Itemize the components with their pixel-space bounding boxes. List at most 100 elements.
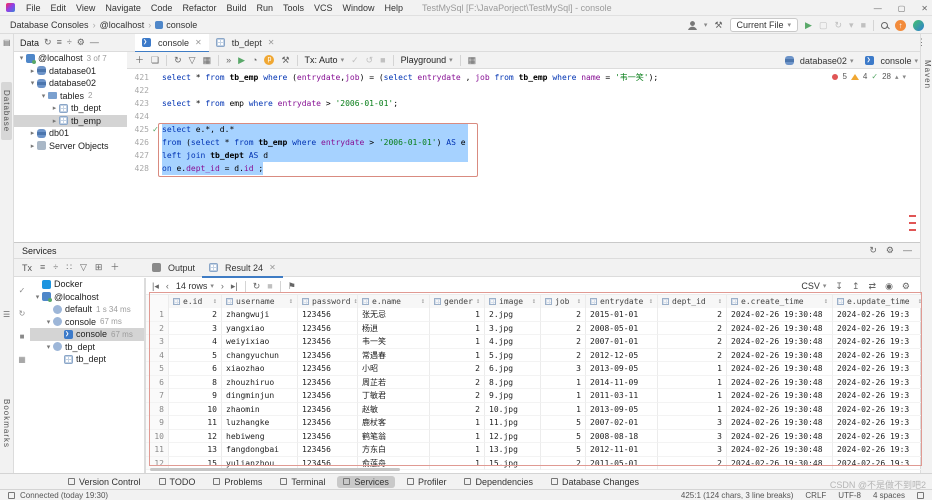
database-tree-item-tb-dept[interactable]: ▸tb_dept	[14, 102, 127, 115]
database-tool-button[interactable]: Database	[1, 82, 12, 140]
sort-icon[interactable]: ↕	[476, 295, 480, 308]
database-tree-item-database01[interactable]: ▸database01	[14, 65, 127, 78]
database-tree-item-db01[interactable]: ▸db01	[14, 127, 127, 140]
editor-line-421[interactable]: 421select * from tb_emp where (entrydate…	[127, 71, 920, 84]
stop-button[interactable]: ■	[861, 21, 866, 30]
result-grid[interactable]: e.id↕username↕password↕e.name↕gender↕ima…	[146, 295, 921, 471]
close-button[interactable]: ✕	[921, 4, 928, 13]
debug-icon[interactable]: ▢	[819, 21, 828, 30]
lock-icon[interactable]	[917, 492, 924, 499]
table-row[interactable]: 810zhaomin123456赵敏210.jpg12013-09-051202…	[146, 403, 921, 417]
build-hammer-icon[interactable]: ⚒	[714, 21, 722, 30]
editor-line-423[interactable]: 423select * from emp where entrydate > '…	[127, 97, 920, 110]
group-icon[interactable]: ∷	[66, 263, 72, 272]
menu-item-vcs[interactable]: VCS	[309, 3, 338, 13]
tree-collapsed-arrow-icon[interactable]: ▸	[50, 104, 59, 112]
tool-window-button-database-changes[interactable]: Database Changes	[545, 476, 645, 488]
sort-icon[interactable]: ↕	[718, 295, 722, 308]
stop-icon[interactable]: ■	[20, 332, 25, 341]
column-header-gender[interactable]: gender↕	[430, 295, 485, 308]
table-row[interactable]: 1113fangdongbai123456方东白113.jpg52012-11-…	[146, 443, 921, 457]
tree-expanded-arrow-icon[interactable]: ▾	[33, 293, 42, 301]
table-row[interactable]: 911luzhangke123456鹿杖客111.jpg52007-02-013…	[146, 416, 921, 430]
sort-icon[interactable]: ↕	[918, 295, 921, 308]
rollback-icon[interactable]: ↻	[19, 309, 26, 318]
ide-services-icon[interactable]	[913, 20, 924, 31]
menu-item-view[interactable]: View	[71, 3, 100, 13]
update-icon[interactable]: ↑	[895, 20, 906, 31]
grid-icon[interactable]: ▦	[18, 355, 26, 364]
error-stripe-mark[interactable]	[909, 229, 916, 231]
tab-result-24[interactable]: Result 24✕	[202, 259, 283, 277]
menu-item-build[interactable]: Build	[221, 3, 251, 13]
tree-expanded-arrow-icon[interactable]: ▾	[17, 54, 26, 62]
inspection-badges[interactable]: 5 4 ✓ 28 ▴ ▾	[832, 72, 906, 81]
commit-icon[interactable]: ✓	[19, 286, 26, 295]
export-format-selector[interactable]: CSV ▾	[801, 281, 826, 291]
menu-item-navigate[interactable]: Navigate	[100, 3, 146, 13]
tool-window-button-dependencies[interactable]: Dependencies	[458, 476, 539, 488]
search-icon[interactable]	[881, 22, 888, 29]
filter-icon[interactable]: ▽	[189, 56, 196, 65]
column-header-password[interactable]: password↕	[298, 295, 358, 308]
upload-icon[interactable]: ↥	[852, 282, 860, 291]
tool-window-button-version-control[interactable]: Version Control	[62, 476, 147, 488]
sort-icon[interactable]: ↕	[532, 295, 536, 308]
caret-position[interactable]: 425:1 (124 chars, 3 line breaks)	[681, 491, 794, 500]
menu-item-run[interactable]: Run	[251, 3, 278, 13]
tx-mode-selector[interactable]: Tx: Auto ▾	[305, 55, 345, 65]
menu-item-code[interactable]: Code	[146, 3, 178, 13]
services-tree-item-console[interactable]: console67 ms	[30, 328, 144, 341]
gear-icon[interactable]: ⚙	[77, 38, 85, 47]
tool-window-button-problems[interactable]: Problems	[207, 476, 268, 488]
pin-icon[interactable]: ⚑	[288, 282, 296, 291]
user-icon[interactable]	[688, 21, 697, 30]
schema-icon[interactable]: ▦	[203, 56, 212, 65]
prev-chevron-icon[interactable]: ▴	[895, 73, 899, 81]
copy-icon[interactable]: ❏	[151, 56, 159, 65]
menu-item-edit[interactable]: Edit	[46, 3, 72, 13]
tree-collapsed-arrow-icon[interactable]: ▸	[28, 67, 37, 75]
tab-console[interactable]: console✕	[135, 34, 209, 52]
minimize-button[interactable]: —	[874, 4, 882, 13]
table-view-icon[interactable]: ▦	[468, 56, 477, 65]
close-icon[interactable]: ✕	[195, 38, 202, 47]
column-header-entrydate[interactable]: entrydate↕	[586, 295, 658, 308]
collapse-all-icon[interactable]: ≡	[57, 38, 62, 47]
database-tree-item-server-objects[interactable]: ▸Server Objects	[14, 140, 127, 153]
tab-tb-dept[interactable]: tb_dept✕	[209, 34, 282, 52]
run-config-selector[interactable]: Current File ▾	[730, 18, 799, 32]
sort-icon[interactable]: ↕	[421, 295, 425, 308]
refresh-icon[interactable]: ↻	[174, 56, 182, 65]
run-all-icon[interactable]: »	[226, 56, 231, 65]
sort-icon[interactable]: ↕	[289, 295, 293, 308]
database-selector[interactable]: database02 ▾	[785, 56, 854, 66]
services-tree-item-docker[interactable]: Docker	[30, 278, 144, 291]
column-header-dept-id[interactable]: dept_id↕	[658, 295, 727, 308]
wrench-icon[interactable]: ⚒	[281, 56, 289, 65]
tool-window-button-todo[interactable]: TODO	[153, 476, 202, 488]
database-tree-item-tb-emp[interactable]: ▸tb_emp	[14, 115, 127, 128]
column-header-username[interactable]: username↕	[222, 295, 298, 308]
close-icon[interactable]: ✕	[268, 38, 275, 47]
hide-icon[interactable]: —	[903, 246, 912, 255]
execute-button[interactable]: ▶	[238, 56, 245, 65]
console-session-selector[interactable]: console ▾	[865, 56, 918, 66]
gear-icon[interactable]: ⚙	[902, 282, 910, 291]
last-page-icon[interactable]: ▸|	[231, 282, 238, 291]
filter-icon[interactable]: ▽	[80, 263, 87, 272]
menu-item-help[interactable]: Help	[380, 3, 409, 13]
error-stripe-mark[interactable]	[909, 215, 916, 217]
database-tree-item-database02[interactable]: ▾database02	[14, 77, 127, 90]
reload-icon[interactable]: ↻	[253, 282, 261, 291]
table-row[interactable]: 23yangxiao123456杨逍13.jpg22008-05-0122024…	[146, 322, 921, 336]
download-icon[interactable]: ↧	[835, 282, 843, 291]
collapse-all-icon[interactable]: ÷	[53, 263, 58, 272]
database-tree-item-tables[interactable]: ▾tables2	[14, 90, 127, 103]
tx-icon[interactable]: Tx	[22, 263, 32, 273]
editor-line-428[interactable]: 428on e.dept_id = d.id ;	[127, 162, 920, 175]
services-strip-icon[interactable]: ☰	[3, 310, 10, 319]
tool-window-button-services[interactable]: Services	[337, 476, 395, 488]
playground-selector[interactable]: Playground ▾	[401, 55, 453, 65]
menu-item-window[interactable]: Window	[338, 3, 380, 13]
